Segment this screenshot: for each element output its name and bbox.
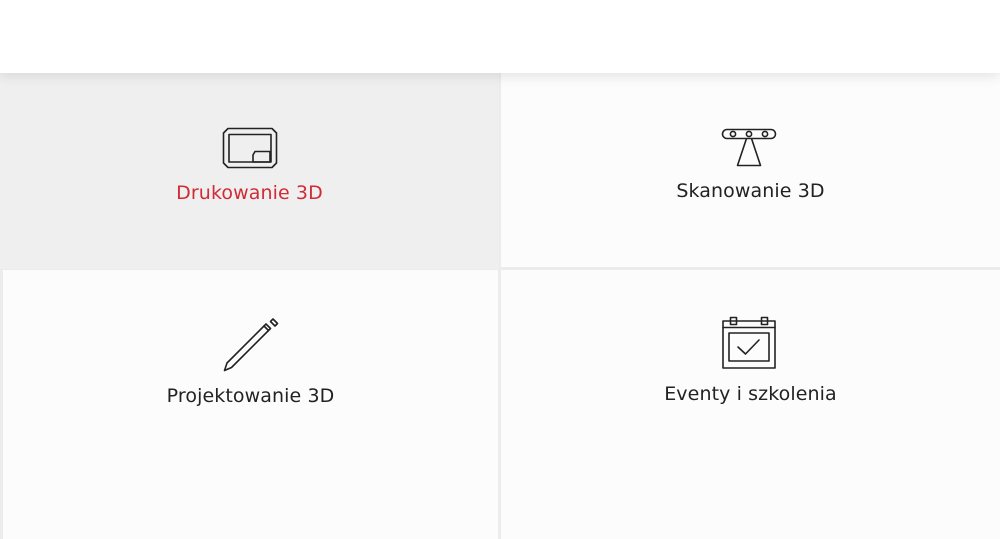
service-label: Eventy i szkolenia <box>664 383 837 405</box>
service-tile-3d-scanning[interactable]: Skanowanie 3D <box>501 73 1000 267</box>
pencil-icon <box>223 318 279 372</box>
service-tile-3d-design[interactable]: Projektowanie 3D <box>3 270 498 539</box>
3d-scanner-icon <box>721 128 777 167</box>
service-label: Projektowanie 3D <box>166 385 335 407</box>
service-label: Skanowanie 3D <box>676 180 825 202</box>
services-grid: Drukowanie 3D Skanowanie 3D Projektowani… <box>0 73 1000 539</box>
3d-printer-icon <box>222 127 278 169</box>
site-header <box>0 0 1000 73</box>
calendar-check-icon <box>722 316 776 369</box>
service-tile-3d-printing[interactable]: Drukowanie 3D <box>0 73 499 269</box>
service-tile-events-training[interactable]: Eventy i szkolenia <box>501 270 1000 539</box>
service-label: Drukowanie 3D <box>176 182 323 204</box>
